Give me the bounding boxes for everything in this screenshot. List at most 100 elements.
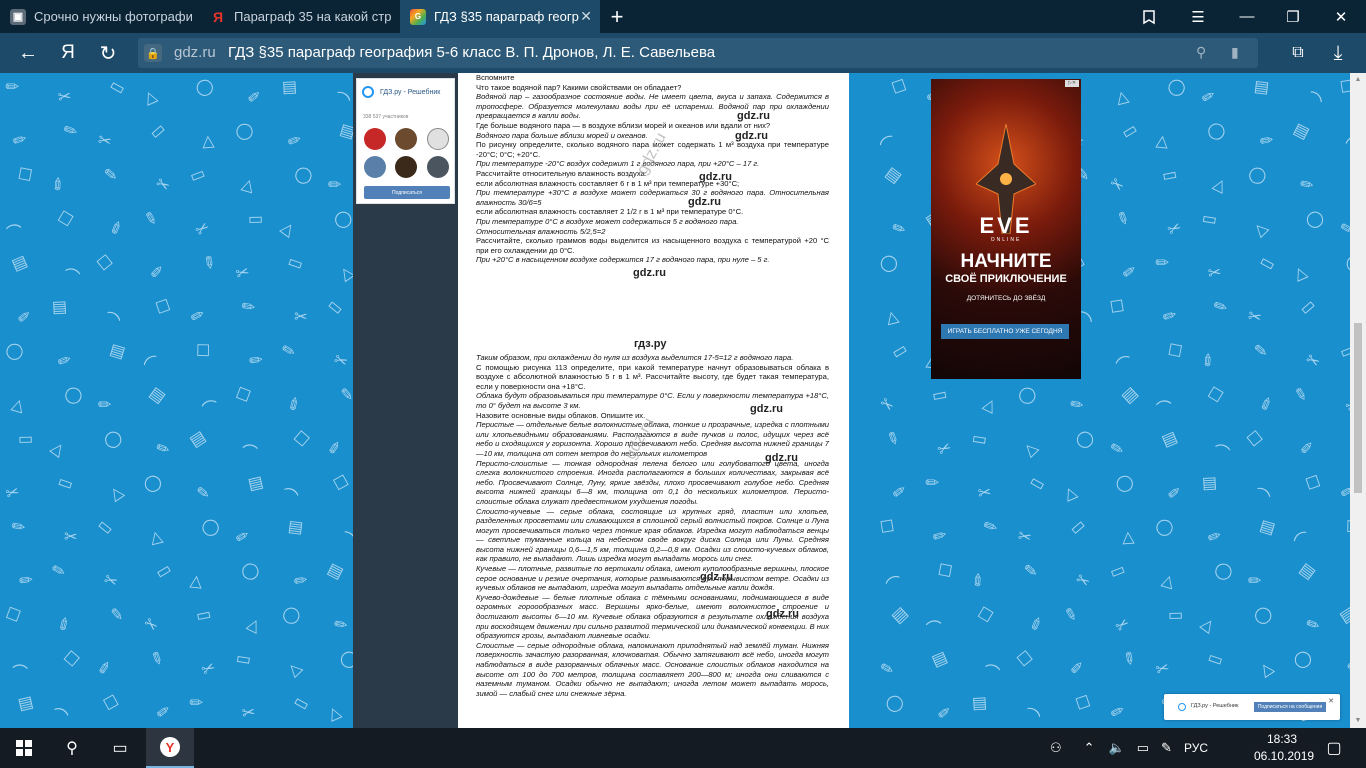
scrollbar-thumb[interactable] <box>1354 323 1362 493</box>
back-button[interactable]: ← <box>14 39 42 67</box>
doodle-icon: ▭ <box>1296 296 1320 319</box>
doodle-icon: ▭ <box>94 516 117 539</box>
yandex-home-icon[interactable]: Я <box>54 39 82 67</box>
doodle-icon: ✎ <box>50 561 68 582</box>
language-indicator[interactable]: РУС <box>1184 741 1208 755</box>
doodle-icon: △ <box>1121 528 1135 547</box>
doodle-icon: ✏ <box>244 86 266 109</box>
ad-cta-button[interactable]: ИГРАТЬ БЕСПЛАТНО УЖЕ СЕГОДНЯ <box>941 324 1069 339</box>
url-field[interactable]: 🔒 gdz.ru ГДЗ §35 параграф география 5-6 … <box>138 38 1258 68</box>
yandex-icon: Y <box>160 737 180 757</box>
doodle-icon: ✏ <box>1248 573 1262 590</box>
doodle-icon: ☐ <box>59 648 82 671</box>
avatar[interactable] <box>427 128 449 150</box>
doodle-icon: ✎ <box>146 648 167 670</box>
doodle-icon: ✏ <box>98 397 112 414</box>
minimize-button[interactable]: — <box>1224 0 1270 33</box>
avatar[interactable] <box>427 156 449 178</box>
doodle-icon: ▭ <box>888 340 911 363</box>
notification-subscribe-button[interactable]: Подписаться на сообщения <box>1254 702 1326 712</box>
yandex-browser-taskbar-icon[interactable]: Y <box>146 728 194 768</box>
ad-choices-icon[interactable]: ▷✕ <box>1065 80 1079 87</box>
close-icon[interactable]: ✕ <box>1328 697 1334 705</box>
network-icon[interactable]: ▭ <box>1137 740 1149 756</box>
pen-icon[interactable]: ✎ <box>1161 740 1172 756</box>
doodle-icon: ✏ <box>889 219 908 240</box>
doodle-icon: ☐ <box>878 517 896 538</box>
doodle-icon: ☐ <box>936 561 954 582</box>
downloads-icon[interactable]: ⤓ <box>1324 39 1352 67</box>
doodle-icon: △ <box>47 438 68 460</box>
volume-icon[interactable]: 🔈 <box>1109 740 1125 756</box>
vk-header[interactable]: ГДЗ.ру - Решебник <box>362 86 440 98</box>
doodle-icon: ☐ <box>1166 341 1184 362</box>
doodle-icon: ✂ <box>240 704 257 723</box>
doodle-icon: ▭ <box>970 429 989 450</box>
url-page-title: ГДЗ §35 параграф география 5-6 класс В. … <box>228 44 716 61</box>
doodle-icon: ▭ <box>152 560 175 583</box>
restore-button[interactable]: ❐ <box>1270 0 1316 33</box>
doodle-icon: ◯ <box>232 119 257 144</box>
article-line: Слоисто-кучевые — серые облака, состоящи… <box>476 506 829 564</box>
bookmarks-icon[interactable] <box>1126 0 1172 33</box>
new-tab-button[interactable]: + <box>594 0 640 33</box>
scroll-down-icon[interactable]: ▼ <box>1350 714 1366 728</box>
doodle-icon: ▤ <box>1159 428 1181 451</box>
doodle-icon: ▭ <box>1066 516 1090 539</box>
doodle-icon: ✐ <box>1198 350 1220 373</box>
doodle-icon: ▤ <box>281 78 298 97</box>
search-icon[interactable]: ⚲ <box>1196 44 1206 61</box>
avatar[interactable] <box>364 156 386 178</box>
lock-icon[interactable]: 🔒 <box>144 44 162 62</box>
chevron-up-icon[interactable]: ⌃ <box>1084 740 1095 756</box>
doodle-icon: ✏ <box>1298 175 1315 196</box>
doodle-icon: ☐ <box>153 297 173 318</box>
page-scrollbar[interactable]: ▲ ▼ <box>1350 73 1366 728</box>
windows-start-icon[interactable] <box>0 728 48 768</box>
clock[interactable]: 18:33 06.10.2019 <box>1254 731 1314 765</box>
article-line: Таким образом, при охлаждении до нуля из… <box>476 353 794 362</box>
doodle-icon: ✂ <box>1072 570 1093 593</box>
reload-button[interactable]: ↻ <box>94 39 122 67</box>
scroll-up-icon[interactable]: ▲ <box>1350 73 1366 87</box>
doodle-icon: ☐ <box>1303 473 1323 494</box>
ad-brand: EVE <box>979 213 1033 238</box>
doodle-icon: ☐ <box>1338 77 1350 98</box>
doodle-icon: ✐ <box>13 570 35 593</box>
avatar[interactable] <box>395 156 417 178</box>
people-icon[interactable]: ⚇ <box>1050 740 1062 756</box>
search-icon[interactable]: ⚲ <box>48 728 96 768</box>
doodle-icon: ✐ <box>1158 306 1179 329</box>
vk-subscribe-button[interactable]: Подписаться <box>364 186 450 199</box>
doodle-icon: ✂ <box>152 174 173 197</box>
task-view-icon[interactable]: ▭ <box>96 728 144 768</box>
notifications-icon[interactable]: ▢ <box>1310 728 1358 768</box>
close-tab-icon[interactable]: ✕ <box>580 8 592 25</box>
menu-icon[interactable]: ☰ <box>1175 0 1221 33</box>
tab-1[interactable]: ▣ Срочно нужны фотографи <box>0 0 200 33</box>
doodle-icon: △ <box>1020 438 1041 460</box>
article-line: если абсолютная влажность составляет 2 1… <box>476 207 744 217</box>
bookmark-icon[interactable]: ▮ <box>1231 44 1239 61</box>
tab-2[interactable]: Я Параграф 35 на какой стр <box>200 0 400 33</box>
watermark: gdz.ru <box>700 571 733 583</box>
notification-text: ГДЗ.ру - Решебник <box>1191 703 1239 709</box>
doodle-icon: ▤ <box>186 428 209 451</box>
doodle-icon: ✐ <box>243 350 265 373</box>
eve-online-ad[interactable]: ▷✕ EVE ONLINE НАЧНИТЕ СВОЁ ПРИКЛЮЧЕНИЕ Д… <box>931 79 1081 379</box>
yandex-tab-icon: Я <box>212 8 224 25</box>
avatar[interactable] <box>364 128 386 150</box>
doodle-icon: △ <box>1061 483 1080 504</box>
doodle-icon: ▤ <box>1257 517 1278 538</box>
doodle-icon: ✏ <box>1341 658 1350 681</box>
doodle-icon: ✐ <box>1299 440 1314 459</box>
system-tray: ⚇ ⌃ 🔈 ▭ ✎ РУС <box>1050 728 1208 768</box>
doodle-icon: ⌒ <box>925 620 944 639</box>
doodle-icon: ▭ <box>1160 165 1179 186</box>
doodle-icon: ◯ <box>1245 163 1270 188</box>
avatar[interactable] <box>395 128 417 150</box>
close-window-button[interactable]: ✕ <box>1318 0 1364 33</box>
tab-3-active[interactable]: G ГДЗ §35 параграф геогр ✕ <box>400 0 600 33</box>
doodle-icon: △ <box>1155 132 1170 151</box>
translate-icon[interactable]: ⧉ <box>1284 39 1312 67</box>
